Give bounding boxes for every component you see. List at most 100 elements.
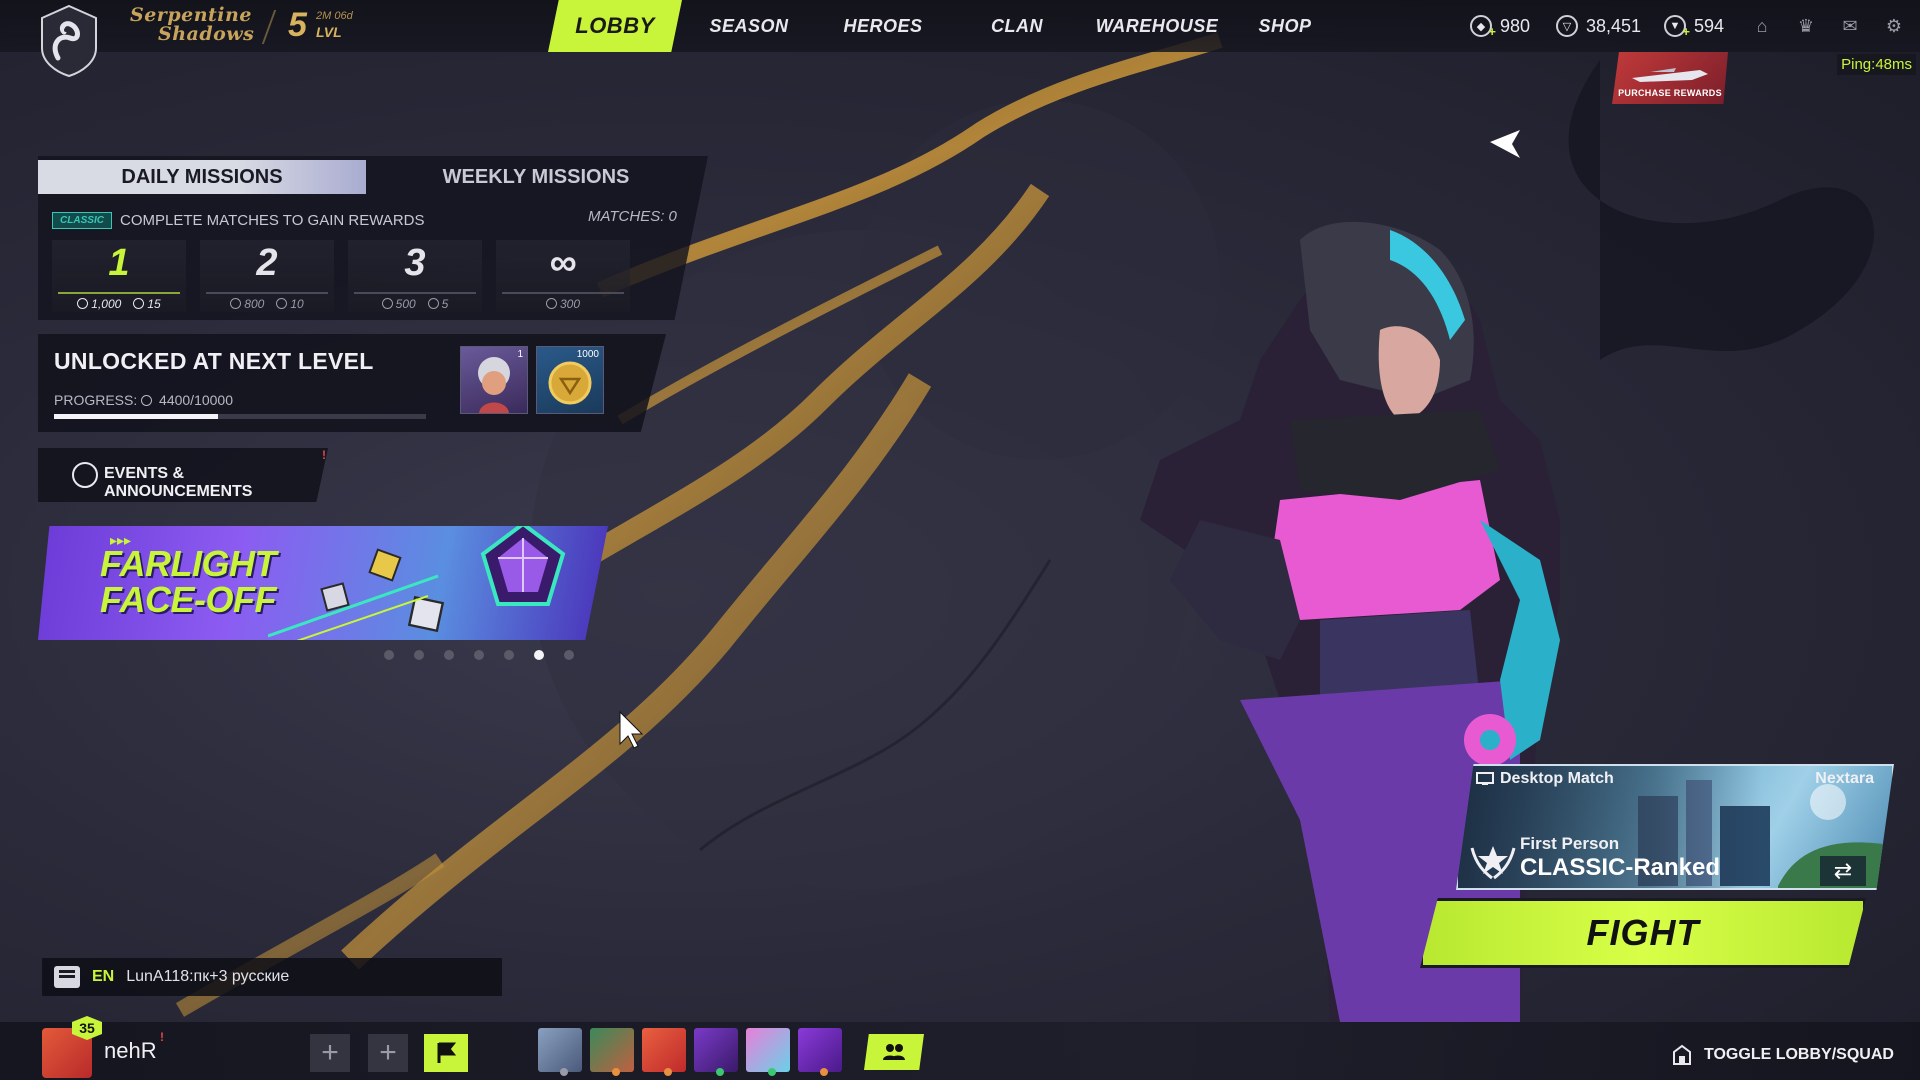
status-indicator — [820, 1068, 828, 1076]
banner-title-line1: FARLIGHT — [100, 543, 276, 584]
pagination-dot[interactable] — [564, 650, 574, 660]
events-label: EVENTS & ANNOUNCEMENTS — [104, 465, 253, 500]
event-banner[interactable]: ▸▸▸ FARLIGHT FACE-OFF — [38, 526, 608, 640]
friend-avatar[interactable] — [642, 1028, 686, 1076]
nav-warehouse[interactable]: WAREHOUSE — [1084, 0, 1230, 52]
pagination-dot[interactable] — [474, 650, 484, 660]
tier-reward-coins: 1,000 — [77, 297, 121, 311]
chat-bar[interactable]: EN LunA118:пк+3 русские — [42, 958, 502, 996]
purchase-rewards-button[interactable]: PURCHASE REWARDS — [1612, 52, 1728, 104]
reward-value: 300 — [559, 297, 581, 311]
reward-value: 10 — [290, 297, 304, 311]
tab-weekly-missions[interactable]: WEEKLY MISSIONS — [366, 160, 706, 194]
ship-icon — [1632, 68, 1708, 82]
plus-icon: + — [379, 1036, 397, 1069]
tier-rewards: 800 10 — [200, 297, 334, 311]
plus-icon: + — [321, 1036, 339, 1069]
home-icon[interactable]: ⌂ — [1750, 14, 1774, 38]
swap-arrows-icon[interactable]: ⇄ — [1820, 856, 1866, 886]
nav-shop[interactable]: SHOP — [1230, 0, 1340, 52]
unlock-next-level-panel[interactable]: UNLOCKED AT NEXT LEVEL PROGRESS: 4400/10… — [38, 334, 666, 432]
tier-number: 3 — [404, 242, 426, 284]
season-title-line2: Shadows — [158, 23, 255, 45]
matches-count: MATCHES: 0 — [588, 208, 677, 225]
unlock-progress-fill — [54, 414, 218, 419]
reward-quantity: 1 — [517, 349, 523, 360]
events-announcements-button[interactable]: EVENTS & ANNOUNCEMENTS — [38, 448, 328, 502]
nav-clan[interactable]: CLAN — [950, 0, 1084, 52]
platform-label: Desktop Match — [1500, 770, 1614, 787]
reward-coin-item[interactable]: 1000 — [536, 346, 604, 414]
toggle-lobby-squad-label: TOGGLE LOBBY/SQUAD — [1704, 1046, 1894, 1063]
progress-value: 4400/10000 — [159, 392, 233, 408]
mission-tier[interactable]: 2 800 10 — [200, 240, 334, 312]
pagination-dot[interactable] — [414, 650, 424, 660]
player-name[interactable]: nehR — [104, 1038, 157, 1064]
team-flag-button[interactable] — [424, 1034, 468, 1072]
tab-daily-missions[interactable]: DAILY MISSIONS — [38, 160, 366, 194]
friend-avatar[interactable] — [746, 1028, 790, 1076]
tier-number: ∞ — [549, 242, 577, 284]
xp-icon — [133, 298, 145, 309]
events-globe-icon — [72, 462, 98, 488]
unlock-progress-text: PROGRESS: 4400/10000 — [54, 392, 233, 408]
toggle-lobby-squad-button[interactable]: TOGGLE LOBBY/SQUAD — [1670, 1044, 1894, 1066]
xp-icon — [427, 298, 439, 309]
banner-title-line2: FACE-OFF — [100, 579, 276, 620]
friend-avatar[interactable] — [538, 1028, 582, 1076]
invite-slot-button[interactable]: + — [368, 1034, 408, 1072]
season-level: 5 — [288, 6, 307, 44]
mission-tabs: DAILY MISSIONS WEEKLY MISSIONS — [38, 160, 708, 194]
pagination-dot[interactable] — [444, 650, 454, 660]
xp-icon — [276, 298, 288, 309]
friend-avatar[interactable] — [694, 1028, 738, 1076]
match-mode-selector[interactable]: Desktop Match Nextara First Person CLASS… — [1456, 764, 1894, 890]
settings-gear-icon[interactable]: ⚙ — [1882, 14, 1906, 38]
pagination-dot[interactable] — [504, 650, 514, 660]
chat-language: EN — [92, 968, 115, 985]
coin-icon — [381, 298, 393, 309]
status-indicator — [716, 1068, 724, 1076]
tier-divider — [502, 292, 624, 294]
nav-lobby[interactable]: LOBBY — [548, 0, 682, 52]
mission-tier[interactable]: ∞ 300 — [496, 240, 630, 312]
tier-divider — [206, 292, 328, 294]
pagination-dot[interactable] — [534, 650, 544, 660]
notification-dot: ! — [322, 448, 326, 462]
tier-divider — [354, 292, 476, 294]
tier-rewards: 300 — [496, 297, 630, 311]
ping-indicator: Ping:48ms — [1837, 54, 1916, 75]
fight-button[interactable]: FIGHT — [1420, 898, 1866, 968]
friend-avatar[interactable] — [798, 1028, 842, 1076]
tier-reward-coins: 800 — [230, 297, 264, 311]
reward-value: 5 — [441, 297, 449, 311]
mission-tier[interactable]: 3 500 5 — [348, 240, 482, 312]
pagination-dot[interactable] — [384, 650, 394, 660]
invite-slot-button[interactable]: + — [310, 1034, 350, 1072]
coin-value: 38,451 — [1586, 15, 1642, 36]
mission-tiers: 1 1,000 15 2 800 10 3 500 5 ∞ 300 — [52, 240, 630, 312]
currency-tokens[interactable]: ▼ + 594 — [1664, 0, 1724, 52]
season-logo-icon[interactable] — [34, 2, 104, 80]
mail-icon[interactable]: ✉ — [1838, 14, 1862, 38]
banner-streaks — [268, 574, 439, 640]
premium-currency-icon: ◆ + — [1470, 15, 1496, 39]
currency-coins[interactable]: ▽ 38,451 — [1556, 0, 1641, 52]
nav-season[interactable]: SEASON — [682, 0, 816, 52]
currency-premium[interactable]: ◆ + 980 — [1470, 0, 1530, 52]
tier-divider — [58, 292, 180, 294]
reward-avatar-item[interactable]: 1 — [460, 346, 528, 414]
nav-heroes[interactable]: HEROES — [816, 0, 950, 52]
mission-tier[interactable]: 1 1,000 15 — [52, 240, 186, 312]
chat-last-message: LunA118:пк+3 русские — [126, 968, 290, 985]
tier-reward-coins: 500 — [381, 297, 416, 311]
friends-button[interactable] — [864, 1034, 924, 1070]
tier-reward-coins: 300 — [545, 297, 581, 311]
status-indicator — [768, 1068, 776, 1076]
friend-avatar[interactable] — [590, 1028, 634, 1076]
missions-panel: DAILY MISSIONS WEEKLY MISSIONS CLASSIC C… — [38, 156, 708, 320]
premium-currency-value: 980 — [1500, 15, 1531, 36]
season-title: Serpentine Shadows — [130, 6, 265, 50]
trophy-icon[interactable]: ♛ — [1794, 14, 1818, 38]
match-platform: Desktop Match — [1476, 770, 1614, 788]
